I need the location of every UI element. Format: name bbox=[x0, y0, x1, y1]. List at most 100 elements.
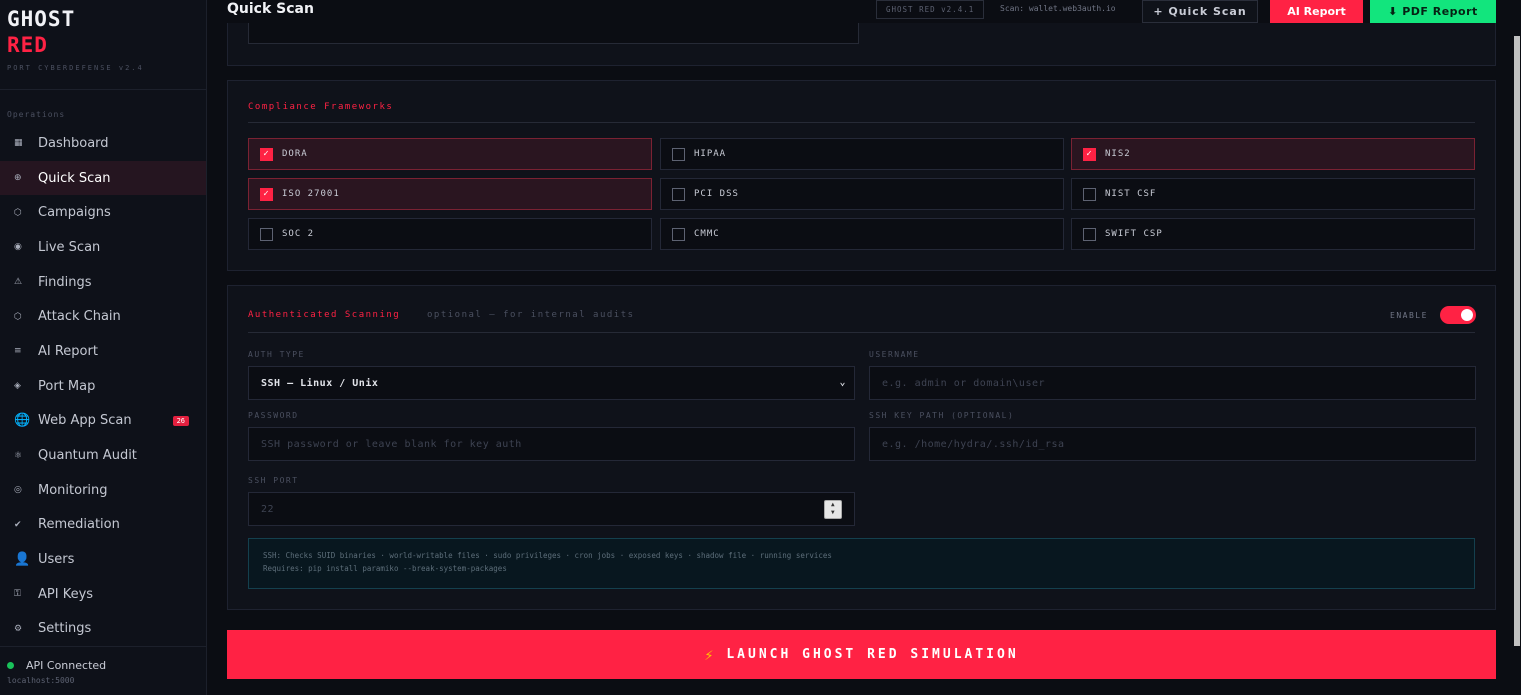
enable-label: ENABLE bbox=[1390, 311, 1428, 320]
checkbox-checked-icon[interactable]: ✓ bbox=[1083, 147, 1096, 161]
crosshair-icon: ⊕ bbox=[14, 173, 22, 184]
scrollbar[interactable] bbox=[1513, 36, 1521, 695]
auth-type-label: AUTH TYPE bbox=[248, 350, 305, 359]
grid-icon: ▦ bbox=[14, 138, 23, 149]
checkbox-icon[interactable] bbox=[1083, 187, 1096, 201]
ai-report-button[interactable]: AI Report bbox=[1270, 0, 1363, 23]
ssh-info-box: SSH: Checks SUID binaries · world-writab… bbox=[248, 538, 1475, 589]
sidebar-footer-divider bbox=[0, 646, 206, 647]
framework-cmmc[interactable]: CMMC bbox=[660, 218, 1064, 250]
sidebar-item-label: Port Map bbox=[38, 378, 96, 394]
scrollbar-thumb[interactable] bbox=[1514, 36, 1520, 646]
password-label: PASSWORD bbox=[248, 411, 299, 420]
username-placeholder: e.g. admin or domain\user bbox=[882, 377, 1046, 389]
auth-divider bbox=[248, 332, 1475, 333]
chevron-down-icon: ⌄ bbox=[839, 377, 846, 388]
ssh-info-line1: SSH: Checks SUID binaries · world-writab… bbox=[263, 551, 832, 560]
api-status-text: API Connected bbox=[26, 659, 107, 672]
sidebar-item-settings[interactable]: ⚙ Settings bbox=[0, 612, 206, 647]
framework-swift-csp[interactable]: SWIFT CSP bbox=[1071, 218, 1475, 250]
target-input[interactable] bbox=[248, 23, 859, 44]
sidebar-item-ai-report[interactable]: ≡ AI Report bbox=[0, 334, 206, 369]
brand-line2: RED bbox=[7, 33, 48, 57]
sidebar-item-label: Remediation bbox=[38, 517, 120, 533]
enable-toggle[interactable] bbox=[1440, 306, 1476, 324]
sidebar-item-monitoring[interactable]: ◎ Monitoring bbox=[0, 473, 206, 508]
sidebar-item-quick-scan[interactable]: ⊕ Quick Scan bbox=[0, 160, 206, 196]
sidebar-item-web-app-scan[interactable]: 🌐 Web App Scan 26 bbox=[0, 404, 206, 439]
keypath-label: SSH KEY PATH (OPTIONAL) bbox=[869, 411, 1015, 420]
keypath-input[interactable]: e.g. /home/hydra/.ssh/id_rsa bbox=[869, 427, 1476, 461]
sidebar-item-dashboard[interactable]: ▦ Dashboard bbox=[0, 126, 206, 161]
sidebar-item-label: Findings bbox=[38, 274, 92, 290]
sidebar-item-label: Monitoring bbox=[38, 482, 108, 498]
quick-scan-button[interactable]: + Quick Scan bbox=[1142, 0, 1258, 23]
checkbox-icon[interactable] bbox=[672, 147, 685, 161]
check-icon: ✔ bbox=[14, 519, 22, 530]
framework-iso-27001[interactable]: ✓ ISO 27001 bbox=[248, 178, 652, 210]
keypath-placeholder: e.g. /home/hydra/.ssh/id_rsa bbox=[882, 438, 1065, 450]
globe-icon: 🌐 bbox=[14, 413, 31, 429]
page-title: Quick Scan bbox=[227, 1, 314, 17]
port-label: SSH PORT bbox=[248, 476, 299, 485]
sidebar-item-findings[interactable]: ⚠ Findings bbox=[0, 265, 206, 300]
framework-soc-2[interactable]: SOC 2 bbox=[248, 218, 652, 250]
sidebar-item-attack-chain[interactable]: ⬡ Attack Chain bbox=[0, 299, 206, 334]
hexagon-icon: ⬡ bbox=[14, 207, 22, 218]
auth-type-value: SSH — Linux / Unix bbox=[261, 377, 379, 389]
sidebar-item-label: Quick Scan bbox=[38, 170, 111, 186]
toggle-knob bbox=[1461, 309, 1473, 321]
brand-logo[interactable]: GHOST RED PORT CYBERDEFENSE v2.4 bbox=[7, 6, 144, 72]
checkbox-icon[interactable] bbox=[260, 227, 273, 241]
checkbox-icon[interactable] bbox=[1083, 227, 1096, 241]
api-host: localhost:5000 bbox=[7, 676, 75, 685]
framework-nist-csf[interactable]: NIST CSF bbox=[1071, 178, 1475, 210]
framework-nis2[interactable]: ✓ NIS2 bbox=[1071, 138, 1475, 170]
auth-type-select[interactable]: SSH — Linux / Unix ⌄ bbox=[248, 366, 855, 400]
password-placeholder: SSH password or leave blank for key auth bbox=[261, 438, 522, 450]
framework-label: NIS2 bbox=[1105, 149, 1131, 159]
brand-subtitle: PORT CYBERDEFENSE v2.4 bbox=[7, 64, 144, 72]
sidebar-item-campaigns[interactable]: ⬡ Campaigns bbox=[0, 195, 206, 230]
gear-icon: ⚙ bbox=[14, 623, 23, 634]
stepper-icon[interactable]: ▲ ▼ bbox=[824, 500, 842, 519]
pdf-report-button[interactable]: ⬇ PDF Report bbox=[1370, 0, 1496, 23]
sidebar-item-live-scan[interactable]: ◉ Live Scan bbox=[0, 230, 206, 265]
version-badge: GHOST RED v2.4.1 bbox=[876, 0, 985, 19]
sidebar-item-port-map[interactable]: ◈ Port Map bbox=[0, 369, 206, 404]
framework-pci-dss[interactable]: PCI DSS bbox=[660, 178, 1064, 210]
username-input[interactable]: e.g. admin or domain\user bbox=[869, 366, 1476, 400]
auth-note: optional — for internal audits bbox=[427, 310, 635, 320]
monitor-icon: ◎ bbox=[14, 485, 22, 496]
framework-label: PCI DSS bbox=[694, 189, 739, 199]
sidebar-item-quantum-audit[interactable]: ⚛ Quantum Audit bbox=[0, 438, 206, 473]
sidebar-divider bbox=[0, 89, 206, 90]
sidebar-item-label: Web App Scan bbox=[38, 413, 132, 429]
framework-hipaa[interactable]: HIPAA bbox=[660, 138, 1064, 170]
key-icon: ⚿ bbox=[14, 589, 21, 600]
checkbox-icon[interactable] bbox=[672, 227, 685, 241]
chain-icon: ⬡ bbox=[14, 311, 22, 322]
framework-label: CMMC bbox=[694, 229, 720, 239]
sidebar-item-api-keys[interactable]: ⚿ API Keys bbox=[0, 577, 206, 612]
checkbox-checked-icon[interactable]: ✓ bbox=[260, 187, 273, 201]
scan-target-label: Scan: wallet.web3auth.io bbox=[1000, 4, 1116, 13]
compliance-title: Compliance Frameworks bbox=[248, 102, 394, 112]
compliance-divider bbox=[248, 122, 1475, 123]
diamond-icon: ◈ bbox=[14, 381, 21, 392]
port-input[interactable]: 22 ▲ ▼ bbox=[248, 492, 855, 526]
framework-dora[interactable]: ✓ DORA bbox=[248, 138, 652, 170]
sidebar-item-label: AI Report bbox=[38, 343, 98, 359]
sidebar-item-users[interactable]: 👤 Users bbox=[0, 542, 206, 577]
port-placeholder: 22 bbox=[261, 503, 275, 515]
checkbox-icon[interactable] bbox=[672, 187, 685, 201]
username-label: USERNAME bbox=[869, 350, 920, 359]
bolt-icon: ⚡ bbox=[704, 645, 717, 664]
sidebar-item-remediation[interactable]: ✔ Remediation bbox=[0, 508, 206, 543]
launch-simulation-button[interactable]: ⚡ LAUNCH GHOST RED SIMULATION bbox=[227, 630, 1496, 679]
checkbox-checked-icon[interactable]: ✓ bbox=[260, 147, 273, 161]
password-input[interactable]: SSH password or leave blank for key auth bbox=[248, 427, 855, 461]
sidebar: GHOST RED PORT CYBERDEFENSE v2.4 Operati… bbox=[0, 0, 207, 695]
sidebar-item-label: API Keys bbox=[38, 586, 94, 602]
status-dot-icon bbox=[7, 662, 14, 669]
